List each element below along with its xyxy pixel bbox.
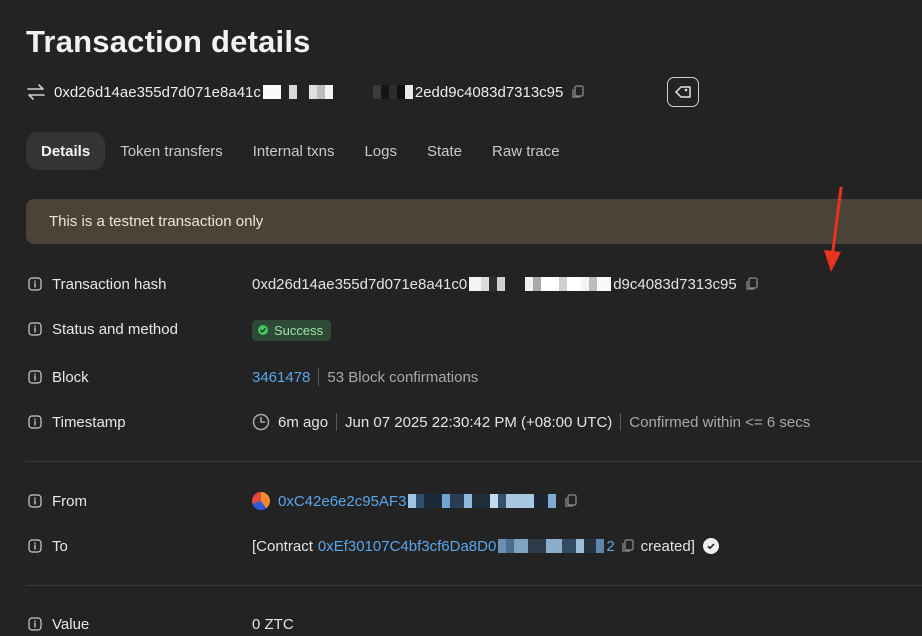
header-hash-prefix: 0xd26d14ae355d7d071e8a41c xyxy=(54,83,261,101)
redacted-block xyxy=(408,494,557,508)
field-value: Value xyxy=(28,612,89,636)
status-label: Status and method xyxy=(52,320,178,338)
timestamp-value: 6m ago Jun 07 2025 22:30:42 PM (+08:00 U… xyxy=(252,410,810,434)
tab-details[interactable]: Details xyxy=(26,132,106,170)
page-title: Transaction details xyxy=(26,24,311,59)
header-hash-line: 0xd26d14ae355d7d071e8a41c 2edd9c4083d731… xyxy=(26,78,585,106)
header-hash-suffix: 2edd9c4083d7313c95 xyxy=(414,83,564,101)
tab-raw-trace[interactable]: Raw trace xyxy=(477,132,575,170)
info-icon[interactable] xyxy=(28,494,42,508)
tab-bar: Details Token transfers Internal txns Lo… xyxy=(26,132,575,170)
from-value: 0xC42e6e2c95AF3 xyxy=(252,489,578,513)
address-avatar xyxy=(252,492,270,510)
block-confirmations: 53 Block confirmations xyxy=(327,368,479,386)
info-icon[interactable] xyxy=(28,370,42,384)
field-block: Block xyxy=(28,365,89,389)
timestamp-ago: 6m ago xyxy=(278,413,329,431)
copy-icon[interactable] xyxy=(564,494,578,508)
clock-icon xyxy=(252,413,270,431)
copy-icon[interactable] xyxy=(621,539,635,553)
block-label: Block xyxy=(52,368,89,386)
field-status: Status and method xyxy=(28,317,178,341)
status-text: Success xyxy=(274,322,324,338)
timestamp-datetime: Jun 07 2025 22:30:42 PM (+08:00 UTC) xyxy=(345,413,613,431)
add-tag-button[interactable] xyxy=(667,77,699,107)
block-number-link[interactable]: 3461478 xyxy=(252,369,310,386)
tab-token-transfers[interactable]: Token transfers xyxy=(105,132,238,170)
testnet-banner: This is a testnet transaction only xyxy=(26,199,922,244)
contract-created-text: created] xyxy=(640,537,695,555)
verified-check-icon xyxy=(702,538,719,554)
info-icon[interactable] xyxy=(28,415,42,429)
field-timestamp: Timestamp xyxy=(28,410,126,434)
field-to: To xyxy=(28,534,68,558)
confirmation-time: Confirmed within <= 6 secs xyxy=(629,413,811,431)
contract-prefix-text: [Contract xyxy=(252,537,313,555)
to-label: To xyxy=(52,537,68,555)
info-icon[interactable] xyxy=(28,539,42,553)
section-divider xyxy=(26,585,922,586)
info-icon[interactable] xyxy=(28,322,42,336)
field-from: From xyxy=(28,489,87,513)
info-icon[interactable] xyxy=(28,617,42,631)
field-transaction-hash: Transaction hash xyxy=(28,272,167,296)
tab-state[interactable]: State xyxy=(412,132,477,170)
timestamp-label: Timestamp xyxy=(52,413,126,431)
transaction-hash-value: 0xd26d14ae355d7d071e8a41c0 d9c4083d7313c… xyxy=(252,272,759,296)
tx-hash-prefix: 0xd26d14ae355d7d071e8a41c0 xyxy=(252,275,468,293)
copy-icon[interactable] xyxy=(745,277,759,291)
redacted-block xyxy=(469,277,612,291)
value-amount: 0 ZTC xyxy=(252,615,294,633)
annotation-arrow-icon xyxy=(824,186,843,272)
divider xyxy=(318,368,320,386)
from-label: From xyxy=(52,492,87,510)
tab-internal-txns[interactable]: Internal txns xyxy=(238,132,350,170)
redacted-block xyxy=(262,85,413,99)
copy-icon[interactable] xyxy=(571,85,585,99)
check-circle-icon xyxy=(258,325,268,335)
to-address-suffix: 2 xyxy=(606,537,615,555)
tx-hash-suffix: d9c4083d7313c95 xyxy=(613,275,737,293)
value-label: Value xyxy=(52,615,90,633)
from-address-link[interactable]: 0xC42e6e2c95AF3 xyxy=(278,493,406,510)
status-value: Success xyxy=(252,318,332,342)
section-divider xyxy=(26,461,922,462)
divider xyxy=(336,413,338,431)
tab-logs[interactable]: Logs xyxy=(349,132,412,170)
status-badge: Success xyxy=(252,319,332,341)
block-value: 3461478 53 Block confirmations xyxy=(252,365,478,389)
header-tx-hash: 0xd26d14ae355d7d071e8a41c 2edd9c4083d731… xyxy=(54,84,563,101)
transaction-hash-label: Transaction hash xyxy=(52,275,167,293)
to-address-link[interactable]: 0xEf30107C4bf3cf6Da8D0 xyxy=(318,538,496,555)
redacted-block xyxy=(498,539,605,553)
tag-icon xyxy=(675,86,691,98)
divider xyxy=(620,413,622,431)
to-value: [Contract 0xEf30107C4bf3cf6Da8D0 2 creat… xyxy=(252,534,719,558)
info-icon[interactable] xyxy=(28,277,42,291)
swap-arrows-icon xyxy=(27,84,45,100)
